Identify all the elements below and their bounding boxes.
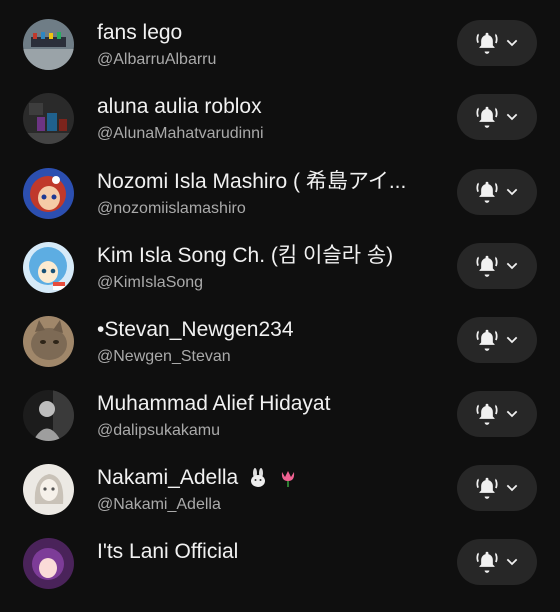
avatar-lego-scene-icon[interactable]	[23, 19, 74, 70]
channel-name[interactable]: I'ts Lani Official	[97, 540, 437, 564]
chevron-down-icon	[506, 188, 518, 196]
tulip-emoji-icon	[281, 471, 295, 488]
notification-button[interactable]	[457, 243, 537, 289]
list-item[interactable]: fans lego @AlbarruAlbarru	[0, 19, 560, 93]
channel-handle: @AlbarruAlbarru	[97, 51, 217, 68]
bell-icon	[476, 181, 498, 203]
channel-handle: @dalipsukakamu	[97, 422, 220, 439]
bell-icon	[476, 551, 498, 573]
channel-name[interactable]: Nakami_Adella	[97, 466, 437, 490]
channel-handle: @Nakami_Adella	[97, 496, 221, 513]
chevron-down-icon	[506, 484, 518, 492]
avatar-anime-girl-red-hair-icon[interactable]	[23, 168, 74, 219]
chevron-down-icon	[506, 262, 518, 270]
channel-handle: @KimIslaSong	[97, 274, 204, 291]
notification-button[interactable]	[457, 317, 537, 363]
list-item[interactable]: Muhammad Alief Hidayat @dalipsukakamu	[0, 390, 560, 464]
chevron-down-icon	[506, 113, 518, 121]
channel-handle: @nozomiislamashiro	[97, 200, 246, 217]
avatar-person-photo-icon[interactable]	[23, 390, 74, 441]
channel-name[interactable]: aluna aulia roblox	[97, 95, 437, 119]
rabbit-emoji-icon	[251, 468, 266, 488]
bell-icon	[476, 32, 498, 54]
avatar-roblox-scene-icon[interactable]	[23, 93, 74, 144]
list-item[interactable]: aluna aulia roblox @AlunaMahatvarudinni	[0, 93, 560, 167]
bell-icon	[476, 403, 498, 425]
notification-button[interactable]	[457, 94, 537, 140]
avatar-cat-icon[interactable]	[23, 316, 74, 367]
channel-name[interactable]: •Stevan_Newgen234	[97, 318, 437, 342]
notification-button[interactable]	[457, 465, 537, 511]
list-item[interactable]: Nozomi Isla Mashiro ( 希島アイ... @nozomiisl…	[0, 168, 560, 242]
channel-handle: @Newgen_Stevan	[97, 348, 231, 365]
avatar-anime-girl-blue-hair-icon[interactable]	[23, 242, 74, 293]
list-item[interactable]: I'ts Lani Official	[0, 538, 560, 612]
channel-name[interactable]: Muhammad Alief Hidayat	[97, 392, 437, 416]
channel-name[interactable]: Nozomi Isla Mashiro ( 希島アイ...	[97, 170, 437, 194]
chevron-down-icon	[506, 336, 518, 344]
channel-name[interactable]: fans lego	[97, 21, 437, 45]
notification-button[interactable]	[457, 391, 537, 437]
notification-button[interactable]	[457, 539, 537, 585]
bell-icon	[476, 255, 498, 277]
list-item[interactable]: •Stevan_Newgen234 @Newgen_Stevan	[0, 316, 560, 390]
list-item[interactable]: Nakami_Adella @Nakami_Adella	[0, 464, 560, 538]
channel-handle: @AlunaMahatvarudinni	[97, 125, 264, 142]
channel-name-text: Nakami_Adella	[97, 466, 239, 489]
bell-icon	[476, 106, 498, 128]
chevron-down-icon	[506, 558, 518, 566]
chevron-down-icon	[506, 410, 518, 418]
avatar-sketch-girl-icon[interactable]	[23, 464, 74, 515]
bell-icon	[476, 477, 498, 499]
list-item[interactable]: Kim Isla Song Ch. (킴 이슬라 송) @KimIslaSong	[0, 242, 560, 316]
chevron-down-icon	[506, 39, 518, 47]
notification-button[interactable]	[457, 169, 537, 215]
avatar-anime-purple-icon[interactable]	[23, 538, 74, 589]
bell-icon	[476, 329, 498, 351]
notification-button[interactable]	[457, 20, 537, 66]
channel-name[interactable]: Kim Isla Song Ch. (킴 이슬라 송)	[97, 244, 437, 268]
